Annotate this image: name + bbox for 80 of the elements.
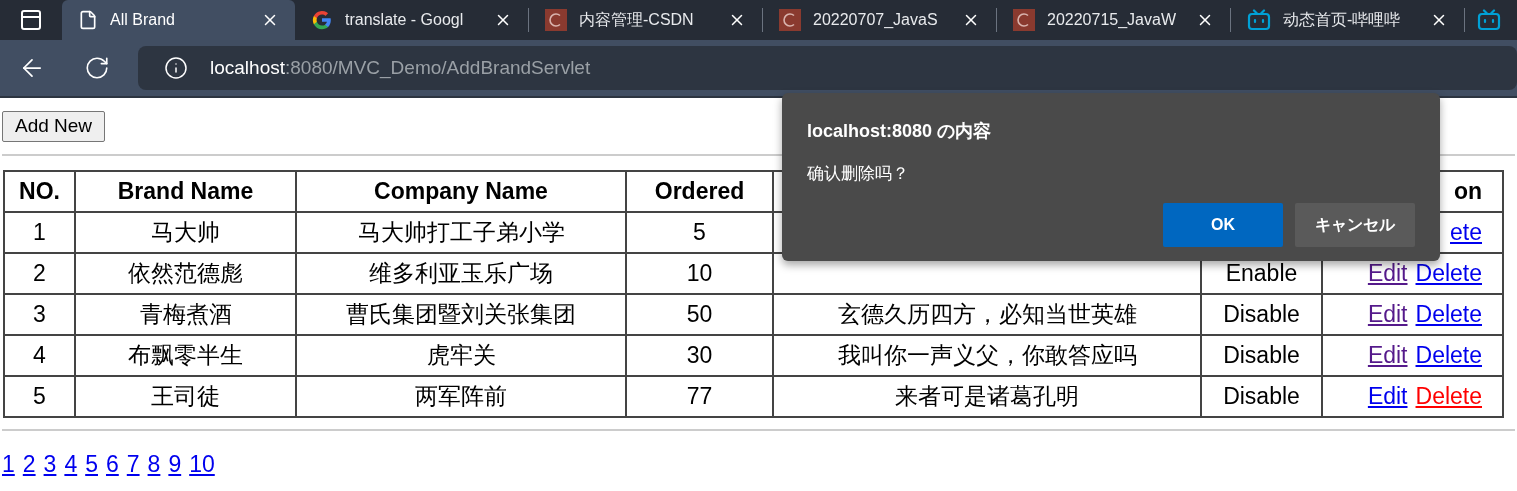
table-cell: 5 — [693, 219, 706, 246]
page-link[interactable]: 5 — [85, 447, 98, 482]
table-cell: 77 — [686, 383, 713, 410]
address-bar[interactable]: localhost:8080/MVC_Demo/AddBrandServlet — [138, 46, 1517, 90]
table-cell: Enable — [1225, 260, 1298, 287]
table-cell: 维多利亚玉乐广场 — [369, 260, 553, 287]
table-cell: 我叫你一声义父，你敢答应吗 — [837, 342, 1137, 369]
table-cell: 依然范德彪 — [128, 260, 243, 287]
table-cell: Disable — [1223, 383, 1300, 410]
column-header: NO. — [19, 178, 60, 205]
column-header: on — [1453, 178, 1482, 205]
reload-icon[interactable] — [84, 55, 110, 81]
cancel-button[interactable]: キャンセル — [1295, 202, 1415, 247]
browser-tab[interactable]: 动态首页-哔哩哔 — [1231, 0, 1464, 40]
table-cell: 3 — [33, 301, 46, 328]
browser-tab[interactable]: translate - Googl — [295, 0, 528, 40]
table-cell: 两军阵前 — [415, 383, 507, 410]
table-cell: 马大帅 — [151, 219, 220, 246]
browser-tab[interactable]: All Brand — [62, 0, 295, 40]
page-link[interactable]: 8 — [147, 447, 161, 482]
ok-button[interactable]: OK — [1163, 202, 1283, 247]
table-cell: 曹氏集团暨刘关张集团 — [346, 301, 576, 328]
table-cell: 50 — [686, 301, 713, 328]
tv-icon — [1477, 9, 1501, 31]
table-cell: 玄德久历四方，必知当世英雄 — [837, 301, 1137, 328]
table-cell: 30 — [686, 342, 713, 369]
table-cell: 5 — [33, 383, 46, 410]
browser-tab[interactable]: 20220707_JavaS — [763, 0, 996, 40]
table-cell: 青梅煮酒 — [139, 301, 232, 328]
tv-icon — [1247, 9, 1271, 31]
browser-tab[interactable]: 20220715_JavaW — [997, 0, 1230, 40]
tab-title: 内容管理-CSDN — [579, 10, 695, 30]
action-link[interactable]: Delete — [1415, 383, 1482, 410]
logo-icon — [1013, 9, 1035, 31]
url-text: localhost:8080/MVC_Demo/AddBrandServlet — [210, 55, 591, 81]
table-cell: 1 — [33, 219, 46, 246]
table-cell: 来者可是诸葛孔明 — [895, 383, 1079, 410]
tab-title: 20220715_JavaW — [1047, 10, 1177, 30]
dialog-message: 确认删除吗？ — [807, 163, 910, 185]
action-link[interactable]: Delete — [1415, 301, 1482, 328]
action-link[interactable]: Edit — [1367, 260, 1408, 287]
action-link[interactable]: Edit — [1367, 301, 1408, 328]
add-new-button[interactable]: Add New — [2, 111, 106, 142]
column-header: Ordered — [654, 178, 745, 205]
table-cell: Disable — [1223, 301, 1300, 328]
page-link[interactable]: 9 — [168, 447, 182, 482]
column-header: Brand Name — [117, 178, 254, 205]
action-link[interactable]: Edit — [1367, 383, 1408, 410]
action-link[interactable]: Delete — [1415, 342, 1482, 369]
table-cell: 虎牢关 — [426, 342, 496, 369]
column-header: Company Name — [374, 178, 548, 205]
page-link[interactable]: 2 — [22, 447, 36, 482]
logo-icon — [779, 9, 801, 31]
tab-title: 20220707_JavaS — [813, 10, 939, 30]
table-cell: Disable — [1223, 342, 1300, 369]
table-cell: 王司徒 — [151, 383, 220, 410]
tab-panel-icon[interactable] — [19, 8, 43, 32]
action-link[interactable]: ete — [1450, 219, 1482, 246]
table-cell: 4 — [33, 342, 46, 369]
google-icon — [311, 9, 333, 31]
page-link[interactable]: 10 — [189, 447, 215, 482]
action-link[interactable]: Delete — [1415, 260, 1482, 287]
table-cell: 2 — [33, 260, 46, 287]
action-link[interactable]: Edit — [1367, 342, 1408, 369]
table-cell: 10 — [686, 260, 713, 287]
page-link[interactable]: 1 — [2, 447, 15, 482]
tab-title: translate - Googl — [345, 10, 465, 30]
dialog-title: localhost:8080 の内容 — [807, 120, 993, 143]
tab-title: All Brand — [110, 10, 176, 30]
page-link[interactable]: 4 — [64, 447, 78, 482]
tab-title: 动态首页-哔哩哔 — [1283, 10, 1402, 30]
page-icon — [78, 10, 98, 30]
logo-icon — [545, 9, 567, 31]
page-link[interactable]: 6 — [106, 447, 119, 482]
table-cell: 布飘零半生 — [128, 342, 243, 369]
info-icon[interactable] — [164, 56, 188, 80]
page-link[interactable]: 7 — [126, 447, 140, 482]
page-link[interactable]: 3 — [43, 447, 57, 482]
browser-tab[interactable]: 内容管理-CSDN — [529, 0, 762, 40]
table-cell: 马大帅打工子弟小学 — [357, 219, 565, 246]
